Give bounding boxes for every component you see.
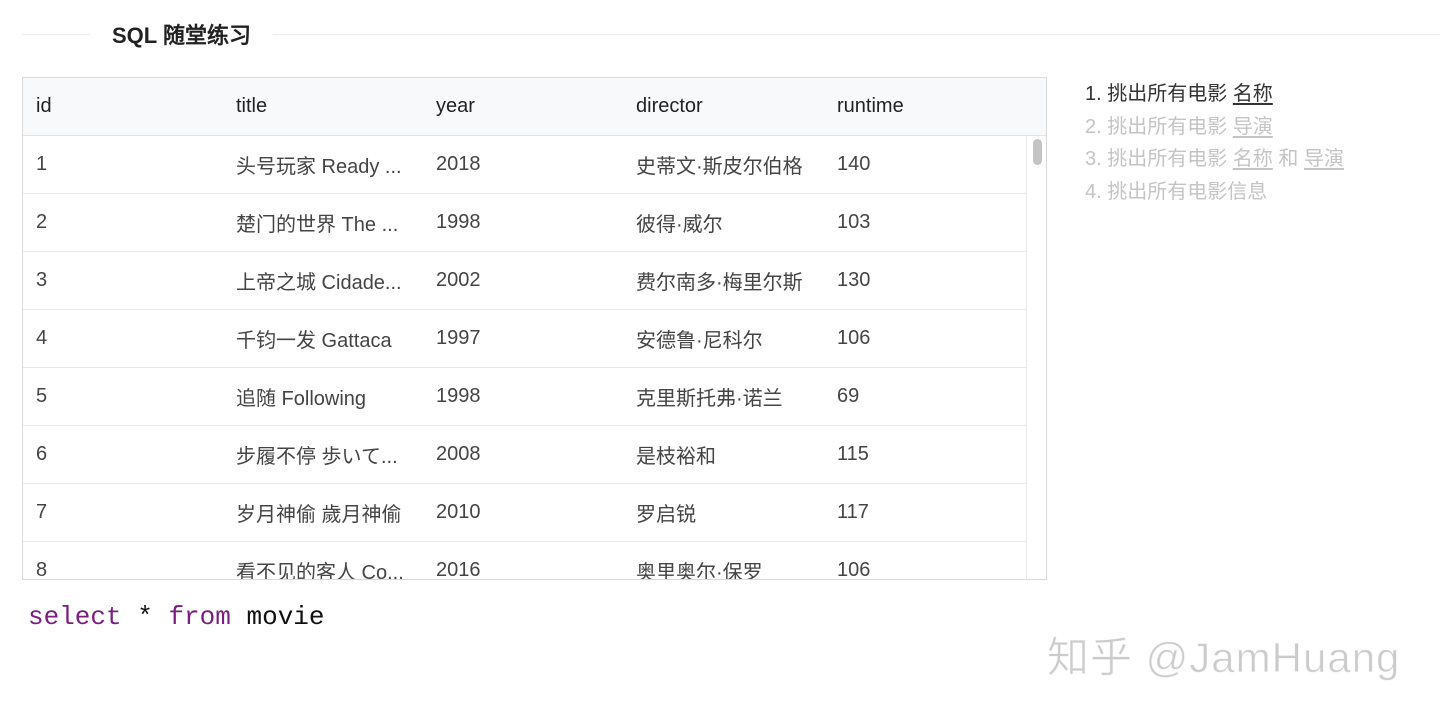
- watermark: 知乎 @JamHuang: [1046, 634, 1401, 682]
- cell-title-text: 头号玩家 Ready ...: [236, 156, 402, 178]
- cell-year: 2010: [436, 501, 481, 523]
- question-text: 挑出所有电影: [1107, 148, 1228, 171]
- question-item-2[interactable]: 2. 挑出所有电影 导演: [1085, 111, 1425, 144]
- question-number: 2.: [1085, 115, 1102, 138]
- question-list: 1. 挑出所有电影 名称 2. 挑出所有电影 导演 3. 挑出所有电影 名称 和…: [1085, 78, 1425, 209]
- table-row: 6 步履不停 歩いて... 2008 是枝裕和 115: [23, 426, 1026, 484]
- table-row: 8 看不见的客人 Co... 2016 奥里奥尔·保罗 106: [23, 542, 1026, 580]
- question-item-3[interactable]: 3. 挑出所有电影 名称 和 导演: [1085, 143, 1425, 176]
- cell-director: 是枝裕和: [636, 446, 716, 468]
- question-keyword: 导演: [1232, 115, 1273, 138]
- cell-runtime: 117: [837, 501, 869, 523]
- question-text: 挑出所有电影信息: [1107, 181, 1268, 204]
- question-keyword: 名称: [1232, 83, 1273, 105]
- cell-director: 奥里奥尔·保罗: [636, 562, 763, 580]
- table-row: 3 上帝之城 Cidade... 2002 费尔南多·梅里尔斯 130: [23, 252, 1026, 310]
- table-row: 7 岁月神偷 歲月神偷 2010 罗启锐 117: [23, 484, 1026, 542]
- cell-title-text: 追随 Following: [236, 388, 367, 410]
- cell-id: 7: [36, 501, 48, 523]
- cell-title-text: 岁月神偷 歲月神偷: [236, 504, 402, 526]
- result-table: id title year director runtime 1 头号玩家 Re…: [22, 77, 1047, 580]
- cell-title: 岁月神偷 歲月神偷: [223, 484, 423, 541]
- cell-title: 上帝之城 Cidade...: [223, 252, 423, 309]
- cell-year: 1998: [436, 385, 481, 407]
- sql-keyword-select: select: [28, 602, 122, 632]
- cell-title: 看不见的客人 Co...: [223, 542, 423, 580]
- question-item-1[interactable]: 1. 挑出所有电影 名称: [1085, 78, 1425, 111]
- table-body: 1 头号玩家 Ready ... 2018 史蒂文·斯皮尔伯格 140 2 楚门…: [23, 136, 1026, 580]
- cell-runtime: 106: [837, 559, 871, 580]
- cell-year: 1997: [436, 327, 481, 349]
- cell-director: 彼得·威尔: [636, 214, 723, 236]
- cell-id: 5: [36, 385, 48, 407]
- question-keyword: 名称: [1232, 148, 1273, 171]
- column-header-runtime[interactable]: runtime: [824, 78, 1024, 135]
- header-rule-left: [22, 33, 90, 35]
- question-item-4[interactable]: 4. 挑出所有电影信息: [1085, 176, 1425, 209]
- cell-director: 史蒂文·斯皮尔伯格: [636, 156, 803, 178]
- cell-id: 8: [36, 559, 48, 580]
- cell-year: 2002: [436, 269, 481, 291]
- table-row: 4 千钧一发 Gattaca 1997 安德鲁·尼科尔 106: [23, 310, 1026, 368]
- column-header-director[interactable]: director: [623, 78, 824, 135]
- cell-runtime: 140: [837, 153, 871, 175]
- header-rule-right: [272, 33, 1440, 35]
- cell-id: 6: [36, 443, 48, 465]
- cell-id: 2: [36, 211, 48, 233]
- table-row: 1 头号玩家 Ready ... 2018 史蒂文·斯皮尔伯格 140: [23, 136, 1026, 194]
- cell-runtime: 130: [837, 269, 871, 291]
- cell-title: 追随 Following: [223, 368, 423, 425]
- sql-table-name: movie: [246, 602, 325, 632]
- cell-title-text: 看不见的客人 Co...: [236, 562, 404, 580]
- cell-director: 罗启锐: [636, 504, 696, 526]
- cell-title-text: 楚门的世界 The ...: [236, 214, 399, 236]
- scrollbar-thumb[interactable]: [1033, 139, 1042, 165]
- cell-year: 2016: [436, 559, 481, 580]
- cell-id: 1: [36, 153, 48, 175]
- cell-title: 千钧一发 Gattaca: [223, 310, 423, 367]
- cell-year: 1998: [436, 211, 481, 233]
- question-keyword: 导演: [1303, 148, 1344, 171]
- cell-id: 3: [36, 269, 48, 291]
- cell-title: 步履不停 歩いて...: [223, 426, 423, 483]
- column-header-year[interactable]: year: [423, 78, 623, 135]
- page: SQL 随堂练习 id title year director runtime …: [0, 0, 1440, 715]
- section-title: SQL 随堂练习: [112, 23, 251, 48]
- cell-director: 费尔南多·梅里尔斯: [636, 272, 803, 294]
- table-header: id title year director runtime: [23, 78, 1046, 136]
- column-header-title[interactable]: title: [223, 78, 423, 135]
- cell-director: 安德鲁·尼科尔: [636, 330, 763, 352]
- sql-keyword-from: from: [168, 602, 231, 632]
- cell-runtime: 69: [837, 385, 860, 407]
- column-header-id[interactable]: id: [23, 78, 223, 135]
- question-number: 3.: [1085, 148, 1102, 171]
- cell-runtime: 106: [837, 327, 871, 349]
- table-row: 5 追随 Following 1998 克里斯托弗·诺兰 69: [23, 368, 1026, 426]
- table-scrollbar[interactable]: [1026, 136, 1046, 579]
- question-joiner: 和: [1278, 148, 1299, 171]
- cell-runtime: 103: [837, 211, 871, 233]
- question-number: 1.: [1085, 83, 1102, 105]
- cell-year: 2008: [436, 443, 481, 465]
- cell-id: 4: [36, 327, 48, 349]
- cell-title: 头号玩家 Ready ...: [223, 136, 423, 193]
- cell-runtime: 115: [837, 443, 869, 465]
- table-row: 2 楚门的世界 The ... 1998 彼得·威尔 103: [23, 194, 1026, 252]
- cell-title: 楚门的世界 The ...: [223, 194, 423, 251]
- cell-title-text: 上帝之城 Cidade...: [236, 272, 402, 294]
- cell-title-text: 步履不停 歩いて...: [236, 446, 398, 468]
- cell-title-text: 千钧一发 Gattaca: [236, 330, 392, 352]
- cell-year: 2018: [436, 153, 481, 175]
- section-header: SQL 随堂练习: [22, 16, 1440, 52]
- question-text: 挑出所有电影: [1107, 115, 1228, 138]
- question-text: 挑出所有电影: [1107, 83, 1228, 105]
- sql-star: *: [137, 602, 153, 632]
- sql-query[interactable]: select * from movie: [28, 602, 325, 632]
- question-number: 4.: [1085, 181, 1102, 204]
- cell-director: 克里斯托弗·诺兰: [636, 388, 783, 410]
